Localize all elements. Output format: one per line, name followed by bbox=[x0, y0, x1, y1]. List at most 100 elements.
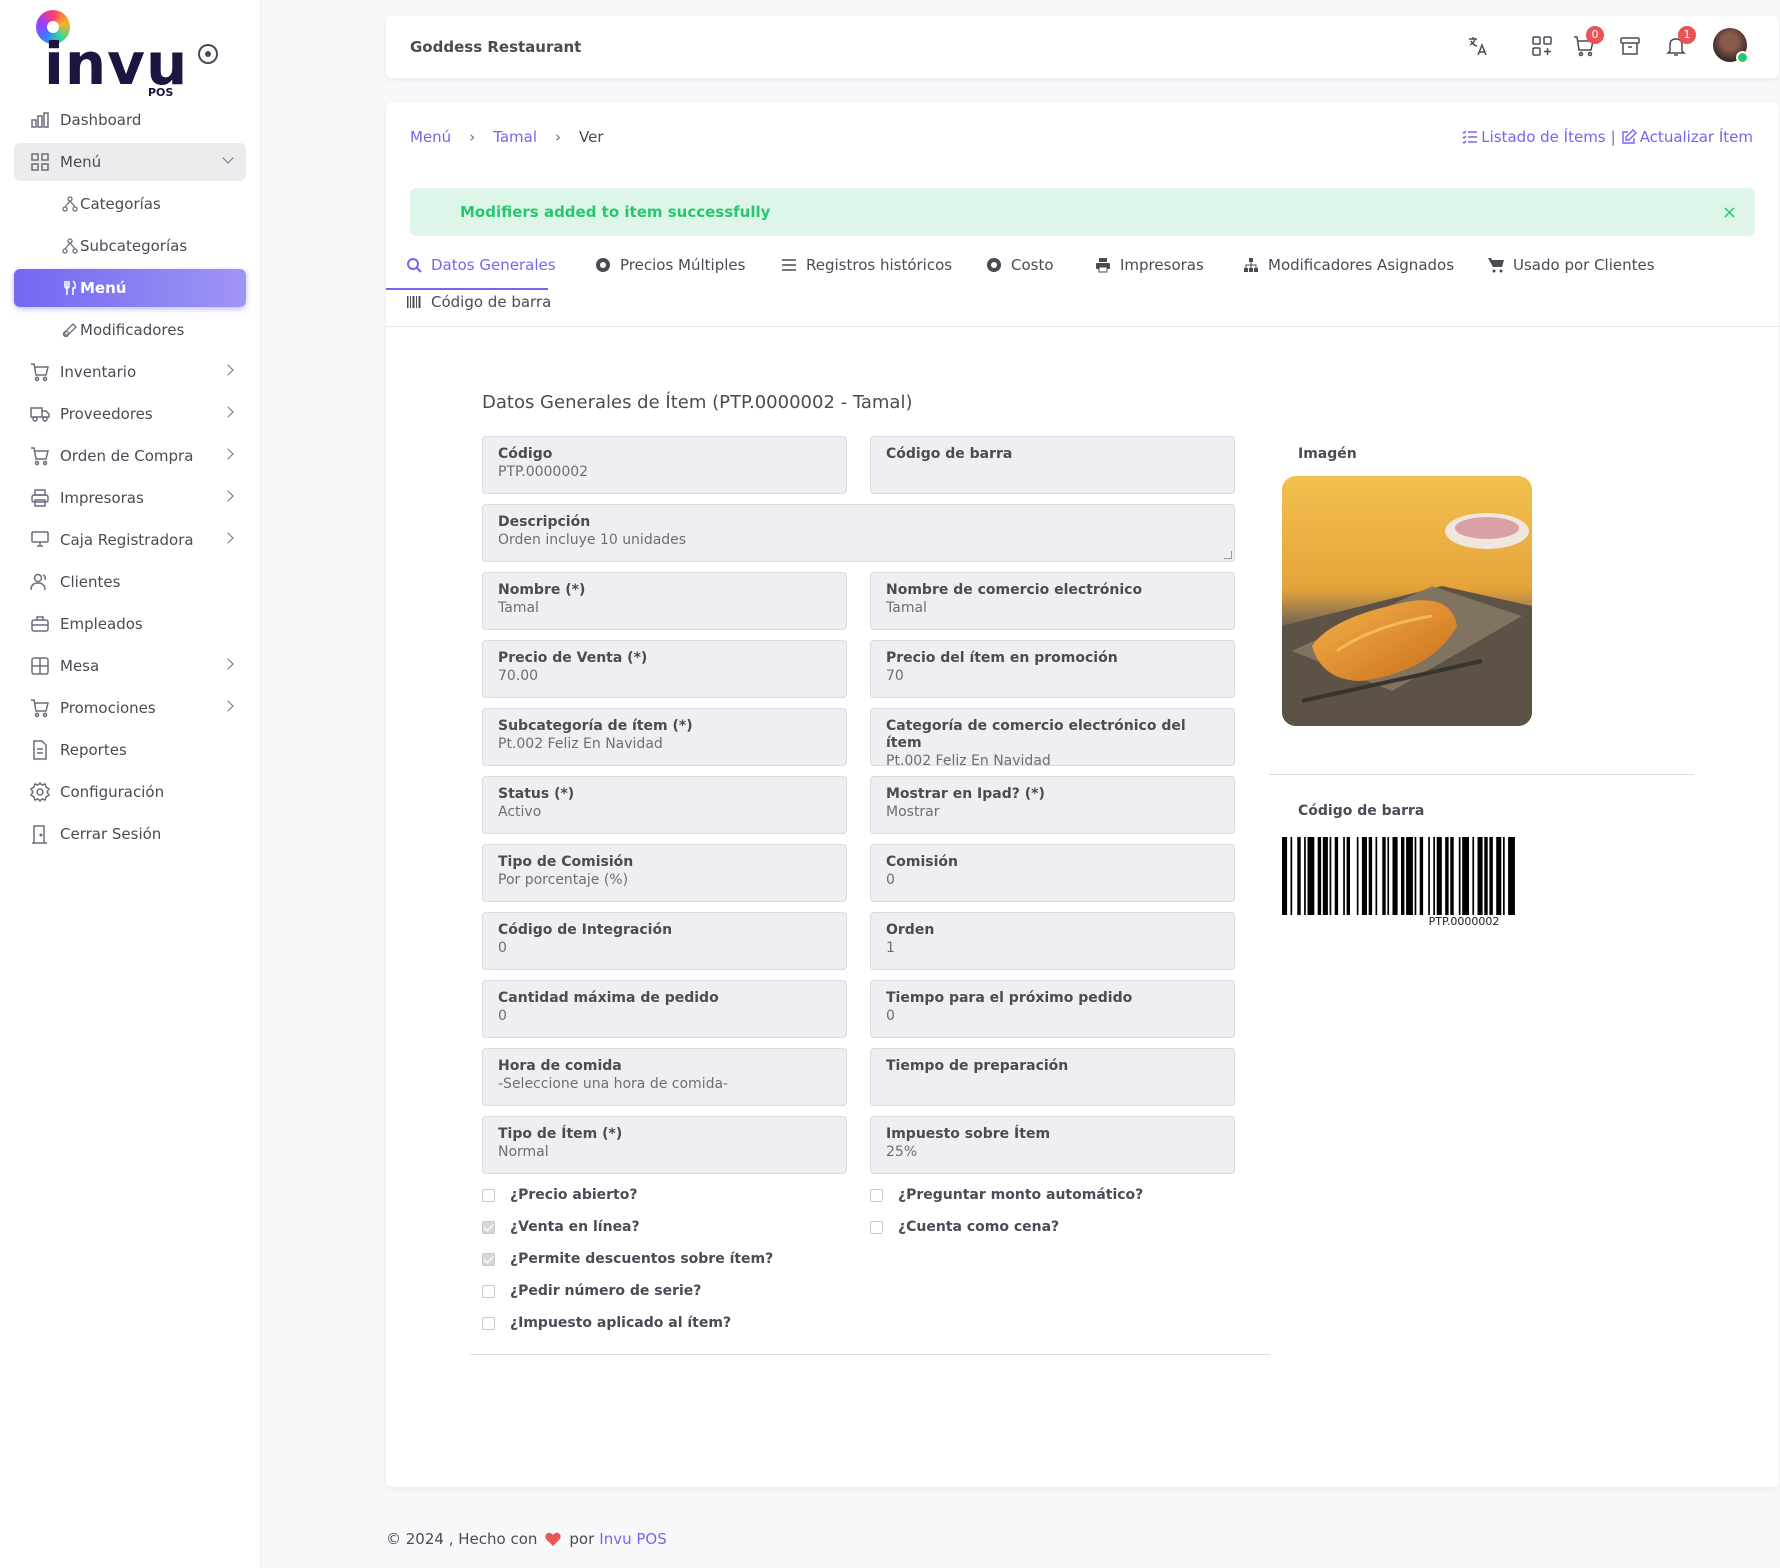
precio-venta-field[interactable]: Precio de Venta (*) 70.00 bbox=[482, 640, 847, 698]
sidebar-item-menu[interactable]: Menú bbox=[14, 143, 246, 181]
checkbox-box[interactable] bbox=[870, 1220, 883, 1234]
breadcrumb-current: Ver bbox=[579, 128, 604, 146]
codigo-integracion-field[interactable]: Código de Integración 0 bbox=[482, 912, 847, 970]
tab-precios-multiples[interactable]: Precios Múltiples bbox=[595, 250, 745, 280]
field-value: Orden incluye 10 unidades bbox=[498, 532, 687, 548]
sidebar-toggle-icon[interactable] bbox=[198, 44, 218, 64]
sidebar-item-label: Empleados bbox=[60, 615, 143, 633]
footer-text: © 2024 , Hecho con bbox=[386, 1530, 538, 1548]
sidebar-item-orden-compra[interactable]: Orden de Compra bbox=[14, 437, 246, 475]
sidebar-item-impresoras[interactable]: Impresoras bbox=[14, 479, 246, 517]
sidebar-subitem-modificadores[interactable]: Modificadores bbox=[14, 311, 246, 349]
invu-pos-link[interactable]: Invu POS bbox=[599, 1530, 666, 1548]
tab-impresoras[interactable]: Impresoras bbox=[1095, 250, 1204, 280]
mostrar-ipad-select[interactable]: Mostrar en Ipad? (*) Mostrar bbox=[870, 776, 1235, 834]
user-avatar[interactable] bbox=[1713, 28, 1749, 64]
sidebar-item-configuracion[interactable]: Configuración bbox=[14, 773, 246, 811]
printer-icon bbox=[31, 489, 49, 507]
tab-codigo-de-barra[interactable]: Código de barra bbox=[406, 287, 551, 317]
barcode-bar bbox=[1346, 837, 1350, 915]
chevron-right-icon: › bbox=[555, 128, 562, 146]
sidebar-item-promociones[interactable]: Promociones bbox=[14, 689, 246, 727]
sidebar-item-inventario[interactable]: Inventario bbox=[14, 353, 246, 391]
precio-promocion-field[interactable]: Precio del ítem en promoción 70 bbox=[870, 640, 1235, 698]
breadcrumb-tamal-link[interactable]: Tamal bbox=[493, 128, 537, 146]
cart-icon bbox=[31, 699, 49, 718]
sidebar-item-reportes[interactable]: Reportes bbox=[14, 731, 246, 769]
breadcrumb-menu-link[interactable]: Menú bbox=[410, 128, 451, 146]
coin-icon bbox=[596, 258, 610, 272]
field-value: 0 bbox=[886, 872, 895, 888]
tab-modificadores-asignados[interactable]: Modificadores Asignados bbox=[1243, 250, 1454, 280]
apps-add-icon[interactable] bbox=[1530, 34, 1554, 58]
nombre-field[interactable]: Nombre (*) Tamal bbox=[482, 572, 847, 630]
sidebar-item-label: Caja Registradora bbox=[60, 531, 194, 549]
pedir-numero-serie-checkbox[interactable]: ¿Pedir número de serie? bbox=[482, 1283, 701, 1299]
checkbox-box[interactable] bbox=[482, 1188, 495, 1202]
sidebar-subitem-menu[interactable]: Menú bbox=[14, 269, 246, 307]
orden-field[interactable]: Orden 1 bbox=[870, 912, 1235, 970]
tab-usado-por-clientes[interactable]: Usado por Clientes bbox=[1488, 250, 1655, 280]
sidebar-item-clientes[interactable]: Clientes bbox=[14, 563, 246, 601]
archive-icon[interactable] bbox=[1618, 34, 1642, 58]
checkbox-box[interactable] bbox=[482, 1316, 495, 1330]
checkbox-box[interactable] bbox=[482, 1284, 495, 1298]
nombre-ecommerce-field[interactable]: Nombre de comercio electrónico Tamal bbox=[870, 572, 1235, 630]
hierarchy-icon bbox=[62, 238, 78, 254]
sidebar-subitem-categorias[interactable]: Categorías bbox=[14, 185, 246, 223]
checkbox-label: ¿Permite descuentos sobre ítem? bbox=[510, 1251, 774, 1267]
item-list-link[interactable]: Listado de Ítems bbox=[1462, 128, 1606, 146]
precio-abierto-checkbox[interactable]: ¿Precio abierto? bbox=[482, 1187, 637, 1203]
chevron-down-icon bbox=[222, 152, 234, 164]
tab-registros-historicos[interactable]: Registros históricos bbox=[781, 250, 952, 280]
checkbox-box[interactable] bbox=[870, 1188, 883, 1202]
chevron-right-icon bbox=[222, 406, 234, 418]
checkbox-box[interactable] bbox=[482, 1220, 495, 1234]
tipo-comision-select[interactable]: Tipo de Comisión Por porcentaje (%) bbox=[482, 844, 847, 902]
venta-en-linea-checkbox[interactable]: ¿Venta en línea? bbox=[482, 1219, 640, 1235]
tab-datos-generales[interactable]: Datos Generales bbox=[406, 250, 556, 280]
notifications-button[interactable]: 1 bbox=[1664, 26, 1696, 58]
field-label: Tiempo de preparación bbox=[886, 1058, 1069, 1074]
sidebar-subitem-subcategorias[interactable]: Subcategorías bbox=[14, 227, 246, 265]
field-label: Nombre de comercio electrónico bbox=[886, 582, 1143, 598]
actions-divider: | bbox=[1610, 128, 1616, 146]
update-item-link[interactable]: Actualizar Ítem bbox=[1621, 128, 1753, 146]
close-icon[interactable]: × bbox=[1722, 202, 1737, 223]
sidebar-item-caja-registradora[interactable]: Caja Registradora bbox=[14, 521, 246, 559]
sidebar-item-mesa[interactable]: Mesa bbox=[14, 647, 246, 685]
sidebar-item-empleados[interactable]: Empleados bbox=[14, 605, 246, 643]
tab-costo[interactable]: Costo bbox=[986, 250, 1054, 280]
cuenta-como-cena-checkbox[interactable]: ¿Cuenta como cena? bbox=[870, 1219, 1059, 1235]
descripcion-textarea[interactable]: Descripción Orden incluye 10 unidades bbox=[482, 504, 1235, 562]
tab-label: Impresoras bbox=[1120, 256, 1204, 274]
permite-descuentos-checkbox[interactable]: ¿Permite descuentos sobre ítem? bbox=[482, 1251, 773, 1267]
cantidad-maxima-field[interactable]: Cantidad máxima de pedido 0 bbox=[482, 980, 847, 1038]
codigo-field[interactable]: Código PTP.0000002 bbox=[482, 436, 847, 494]
sidebar-item-cerrar-sesion[interactable]: Cerrar Sesión bbox=[14, 815, 246, 853]
checkbox-label: ¿Preguntar monto automático? bbox=[898, 1187, 1144, 1203]
status-select[interactable]: Status (*) Activo bbox=[482, 776, 847, 834]
chevron-right-icon bbox=[222, 490, 234, 502]
field-label: Orden bbox=[886, 922, 935, 938]
categoria-ecommerce-select[interactable]: Categoría de comercio electrónico del ít… bbox=[870, 708, 1235, 769]
tipo-item-select[interactable]: Tipo de Ítem (*) Normal bbox=[482, 1116, 847, 1174]
sidebar-item-proveedores[interactable]: Proveedores bbox=[14, 395, 246, 433]
hora-comida-select[interactable]: Hora de comida -Seleccione una hora de c… bbox=[482, 1048, 847, 1106]
impuesto-select[interactable]: Impuesto sobre Ítem 25% bbox=[870, 1116, 1235, 1174]
preguntar-monto-checkbox[interactable]: ¿Preguntar monto automático? bbox=[870, 1187, 1143, 1203]
translate-icon[interactable] bbox=[1466, 34, 1490, 58]
impuesto-aplicado-checkbox[interactable]: ¿Impuesto aplicado al ítem? bbox=[482, 1315, 731, 1331]
subcategoria-select[interactable]: Subcategoría de ítem (*) Pt.002 Feliz En… bbox=[482, 708, 847, 766]
cart-button[interactable]: 0 bbox=[1572, 26, 1604, 58]
resize-handle-icon[interactable] bbox=[1224, 551, 1232, 559]
tiempo-proximo-pedido-field[interactable]: Tiempo para el próximo pedido 0 bbox=[870, 980, 1235, 1038]
sidebar-item-dashboard[interactable]: Dashboard bbox=[14, 101, 246, 139]
tiempo-preparacion-field[interactable]: Tiempo de preparación bbox=[870, 1048, 1235, 1106]
codigo-barra-field[interactable]: Código de barra bbox=[870, 436, 1235, 494]
chevron-right-icon bbox=[222, 364, 234, 376]
sidebar-item-label: Promociones bbox=[60, 699, 156, 717]
comision-field[interactable]: Comisión 0 bbox=[870, 844, 1235, 902]
checkbox-box[interactable] bbox=[482, 1252, 495, 1266]
invu-logo[interactable]: invu POS bbox=[36, 8, 187, 100]
